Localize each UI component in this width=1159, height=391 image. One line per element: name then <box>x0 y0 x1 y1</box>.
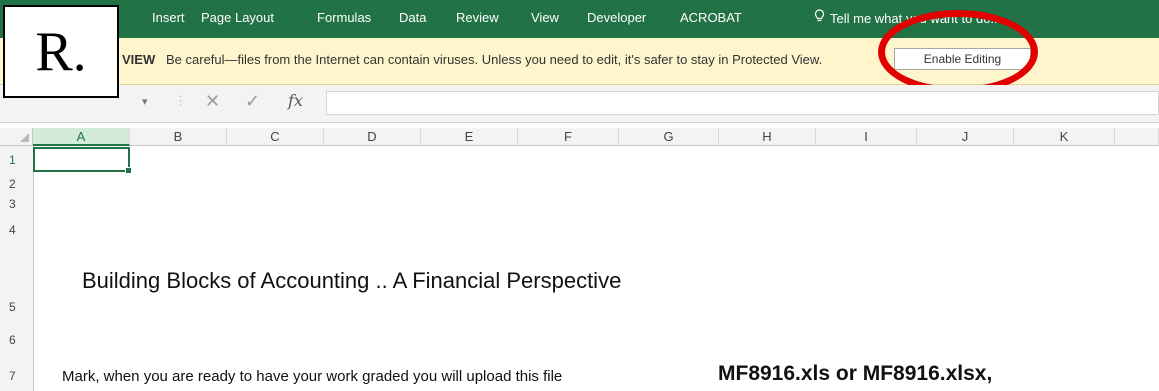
column-header-c[interactable]: C <box>227 128 324 146</box>
tab-acrobat[interactable]: ACROBAT <box>680 10 742 25</box>
row-header-4[interactable]: 4 <box>0 223 33 237</box>
tell-me-text: Tell me what you want to do... <box>830 11 1002 26</box>
column-header-f[interactable]: F <box>518 128 619 146</box>
column-header-j[interactable]: J <box>917 128 1014 146</box>
tab-view[interactable]: View <box>531 10 559 25</box>
tell-me-box[interactable]: Tell me what you want to do... <box>814 9 1001 26</box>
select-all-corner[interactable] <box>0 128 33 146</box>
column-header-d[interactable]: D <box>324 128 421 146</box>
tab-developer[interactable]: Developer <box>587 10 646 25</box>
cell-a5-heading[interactable]: Building Blocks of Accounting .. A Finan… <box>82 268 621 294</box>
tab-insert[interactable]: Insert <box>152 10 185 25</box>
cancel-icon[interactable]: ✕ <box>205 91 220 112</box>
protected-view-message: Be careful—files from the Internet can c… <box>166 52 823 67</box>
column-header-h[interactable]: H <box>719 128 816 146</box>
cell-a7-text[interactable]: Mark, when you are ready to have your wo… <box>62 368 562 385</box>
column-header-g[interactable]: G <box>619 128 719 146</box>
row-header-7[interactable]: 7 <box>0 369 33 383</box>
insert-function-icon[interactable]: fx <box>288 91 303 110</box>
row-header-6[interactable]: 6 <box>0 333 33 347</box>
tab-data[interactable]: Data <box>399 10 426 25</box>
column-header-a[interactable]: A <box>33 128 130 146</box>
column-header-b[interactable]: B <box>130 128 227 146</box>
selected-cell-a1[interactable] <box>33 147 132 174</box>
column-header-e[interactable]: E <box>421 128 518 146</box>
formula-bar: ▾ ⋮ ✕ ✓ fx <box>0 85 1159 123</box>
overlay-label: R. <box>3 5 119 98</box>
column-header-i[interactable]: I <box>816 128 917 146</box>
row-header-5[interactable]: 5 <box>0 300 33 314</box>
name-box-dropdown-icon[interactable]: ▾ <box>142 95 148 108</box>
enter-icon[interactable]: ✓ <box>245 91 260 112</box>
tab-page-layout[interactable]: Page Layout <box>201 10 274 25</box>
row-header-3[interactable]: 3 <box>0 197 33 211</box>
protected-view-title: VIEW <box>122 52 156 67</box>
lightbulb-icon <box>814 9 825 26</box>
tab-review[interactable]: Review <box>456 10 499 25</box>
tab-formulas[interactable]: Formulas <box>317 10 371 25</box>
row-header-2[interactable]: 2 <box>0 177 33 191</box>
cell-h7-text[interactable]: MF8916.xls or MF8916.xlsx, <box>718 362 992 386</box>
column-header-k[interactable]: K <box>1014 128 1115 146</box>
enable-editing-button[interactable]: Enable Editing <box>894 48 1031 70</box>
formula-bar-separator: ⋮ <box>174 93 187 108</box>
ribbon-tab-bar: Insert Page Layout Formulas Data Review … <box>0 0 1159 38</box>
formula-input[interactable] <box>326 91 1159 115</box>
row-header-1[interactable]: 1 <box>0 153 33 167</box>
column-header-next[interactable] <box>1115 128 1159 146</box>
